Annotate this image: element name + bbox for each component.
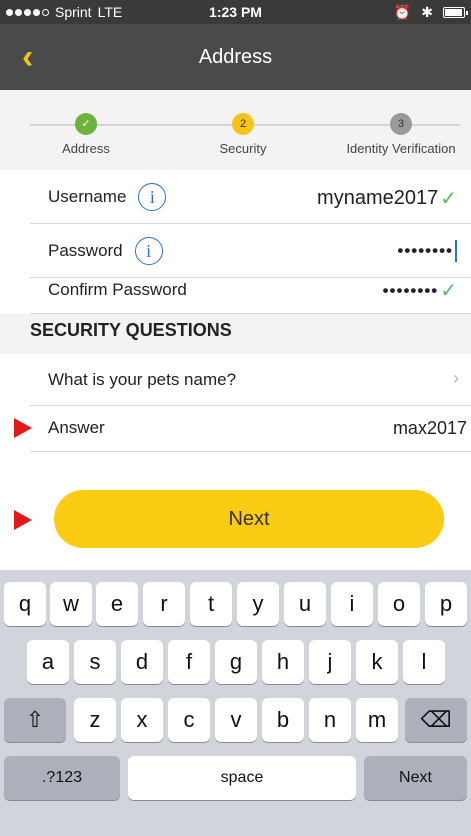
shift-key[interactable]: ⇧ [4,698,66,742]
next-button[interactable]: Next [54,490,444,548]
numbers-mode-key[interactable]: .?123 [4,756,120,800]
check-icon: ✓ [75,113,97,135]
step-label: Address [62,141,110,156]
username-label: Username [48,186,127,206]
step-security: 2 Security [188,113,298,156]
info-icon[interactable]: i [138,182,167,211]
status-icons: ⏰ ✱ [393,4,468,21]
key-x[interactable]: x [121,698,163,742]
key-z[interactable]: z [74,698,116,742]
return-key[interactable]: Next [364,756,467,800]
key-p[interactable]: p [425,582,467,626]
key-l[interactable]: l [403,640,445,684]
text-cursor [455,240,457,262]
key-y[interactable]: y [237,582,279,626]
info-icon[interactable]: i [134,236,163,265]
checkmark-icon: ✓ [440,188,457,210]
answer-value[interactable]: max2017 [393,418,467,439]
key-h[interactable]: h [262,640,304,684]
security-questions-header: SECURITY QUESTIONS [0,314,471,354]
progress-stepper: ✓ Address 2 Security 3 Identity Verifica… [0,90,471,170]
key-o[interactable]: o [378,582,420,626]
confirm-password-value: •••••••• [382,280,439,300]
key-i[interactable]: i [331,582,373,626]
key-n[interactable]: n [309,698,351,742]
username-row[interactable]: Username i myname2017 ✓ [30,170,471,224]
pointer-marker-icon [14,510,32,530]
navigation-bar: ‹ Address [0,24,471,90]
step-label: Identity Verification [346,141,456,156]
key-b[interactable]: b [262,698,304,742]
key-k[interactable]: k [356,640,398,684]
backspace-icon: ⌫ [420,707,452,732]
security-question-select[interactable]: What is your pets name? › [30,354,471,406]
key-r[interactable]: r [143,582,185,626]
username-field[interactable]: myname2017 ✓ [317,186,457,211]
alarm-icon: ⏰ [393,4,412,20]
key-a[interactable]: a [27,640,69,684]
key-t[interactable]: t [190,582,232,626]
backspace-key[interactable]: ⌫ [405,698,467,742]
confirm-password-row[interactable]: Confirm Password •••••••• ✓ [30,266,471,314]
username-value: myname2017 [317,187,439,209]
confirm-password-label: Confirm Password [48,279,187,299]
step-number: 2 [232,113,254,135]
step-identity-verification: 3 Identity Verification [346,113,456,156]
key-c[interactable]: c [168,698,210,742]
status-bar: Sprint LTE 1:23 PM ⏰ ✱ [0,0,471,24]
key-u[interactable]: u [284,582,326,626]
security-question-label: What is your pets name? [48,370,237,389]
step-address: ✓ Address [31,113,141,156]
key-m[interactable]: m [356,698,398,742]
key-q[interactable]: q [4,582,46,626]
keyboard: q w e r t y u i o p a s d f g h j k l ⇧ … [0,570,471,836]
key-s[interactable]: s [74,640,116,684]
password-field[interactable]: •••••••• [397,240,457,262]
step-number: 3 [390,113,412,135]
answer-row[interactable]: Answer max2017 [30,406,471,452]
key-f[interactable]: f [168,640,210,684]
step-label: Security [219,141,267,156]
space-key[interactable]: space [128,756,356,800]
password-label: Password [48,240,123,260]
checkmark-icon: ✓ [440,280,457,302]
key-w[interactable]: w [50,582,92,626]
password-value: •••••••• [397,241,453,260]
answer-label: Answer [48,418,105,437]
key-e[interactable]: e [96,582,138,626]
key-g[interactable]: g [215,640,257,684]
chevron-right-icon: › [453,368,459,388]
key-d[interactable]: d [121,640,163,684]
key-v[interactable]: v [215,698,257,742]
battery-icon [443,7,468,18]
shift-icon: ⇧ [25,707,45,732]
key-j[interactable]: j [309,640,351,684]
page-title: Address [198,46,273,68]
confirm-password-field[interactable]: •••••••• ✓ [383,278,457,303]
bluetooth-icon: ✱ [421,4,433,20]
